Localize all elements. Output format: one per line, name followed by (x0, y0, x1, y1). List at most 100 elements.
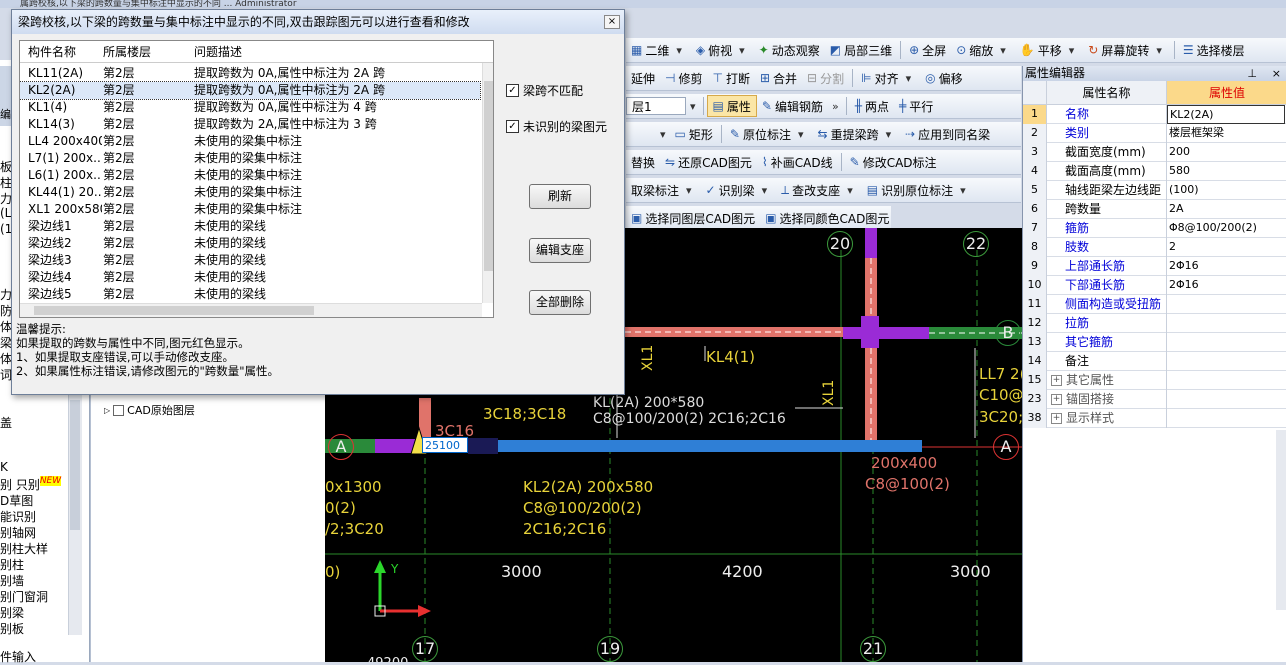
list-item[interactable]: KL1(4) 第2层 提取跨数为 0A,属性中标注为 4 跨 (20, 99, 480, 116)
toolbar-topview-button[interactable]: ◈ 俯视 ▾ (691, 39, 754, 61)
property-value[interactable]: 2A (1167, 200, 1285, 219)
left-item-19[interactable]: 别柱 (0, 556, 24, 573)
property-row[interactable]: 8 肢数 2 (1023, 238, 1286, 257)
property-value[interactable]: Φ8@100/200(2) (1167, 219, 1285, 238)
chevron-down-icon[interactable]: ▾ (686, 100, 700, 113)
toolbar-apply-same-name-button[interactable]: ⇢ 应用到同名梁 (900, 123, 995, 145)
toolbar-orbit-button[interactable]: ✦ 动态观察 (754, 39, 825, 61)
list-item[interactable]: KL44(1) 20... 第2层 未使用的梁集中标注 (20, 184, 480, 201)
property-row[interactable]: 3 截面宽度(mm) 200 (1023, 143, 1286, 162)
col-name[interactable]: 构件名称 (28, 41, 76, 63)
list-item[interactable]: 梁边线3 第2层 未使用的梁线 (20, 252, 480, 269)
list-item[interactable]: L6(1) 200x... 第2层 未使用的梁集中标注 (20, 167, 480, 184)
property-value[interactable]: 楼层框架梁 (1167, 124, 1285, 143)
list-hscroll[interactable] (20, 303, 482, 317)
left-item-18[interactable]: 别柱大样 (0, 540, 48, 557)
list-item[interactable]: KL14(3) 第2层 提取跨数为 2A,属性中标注为 3 跨 (20, 116, 480, 133)
left-item-4[interactable]: (L (0, 206, 11, 220)
property-row[interactable]: 12 拉筋 (1023, 314, 1286, 333)
left-item-15[interactable]: D草图 (0, 492, 33, 509)
toolbar-trim-button[interactable]: ⊣ 修剪 (660, 67, 707, 89)
property-value[interactable] (1167, 333, 1285, 352)
toolbar-recognize-in-situ-button[interactable]: ▤ 识别原位标注 ▾ (862, 179, 975, 201)
toolbar-parallel-button[interactable]: ╪ 平行 (894, 95, 938, 117)
property-value[interactable] (1167, 295, 1285, 314)
list-item[interactable]: KL11(2A) 第2层 提取跨数为 0A,属性中标注为 2A 跨 (20, 65, 480, 82)
toolbar-local3d-button[interactable]: ◩ 局部三维 (825, 39, 897, 61)
list-item[interactable]: 梁边线1 第2层 未使用的梁线 (20, 218, 480, 235)
property-row[interactable]: 14 备注 (1023, 352, 1286, 371)
unrecognized-checkbox[interactable]: ✓ 未识别的梁图元 (506, 118, 607, 135)
toolbar-select-floor-button[interactable]: ☰ 选择楼层 (1178, 39, 1250, 61)
expand-icon[interactable]: + (1051, 375, 1062, 386)
close-icon[interactable]: × (604, 15, 620, 29)
chevron-down-icon[interactable]: ▾ (626, 128, 670, 141)
property-value[interactable] (1167, 371, 1285, 390)
list-item[interactable]: 梁边线2 第2层 未使用的梁线 (20, 235, 480, 252)
left-item-22[interactable]: 别梁 (0, 604, 24, 621)
property-row[interactable]: 10 下部通长筋 2Φ16 (1023, 276, 1286, 295)
property-row[interactable]: 6 跨数量 2A (1023, 200, 1286, 219)
left-scrollbar-thumb[interactable] (70, 400, 80, 530)
left-item-23[interactable]: 别板 (0, 620, 24, 637)
tree-item-cad-layers[interactable]: ▷ CAD原始图层 (104, 402, 195, 418)
toolbar-select-color-button[interactable]: ▣ 选择同颜色CAD图元 (760, 207, 891, 229)
toolbar-pan-button[interactable]: ✋ 平移 ▾ (1015, 39, 1084, 61)
toolbar-2d-button[interactable]: ▦ 二维 ▾ (626, 39, 691, 61)
toolbar-merge-button[interactable]: ⊞ 合并 (755, 67, 802, 89)
left-item-21[interactable]: 别门窗洞 (0, 588, 48, 605)
toolbar-two-points-button[interactable]: ╫ 两点 (850, 95, 894, 117)
col-desc[interactable]: 问题描述 (194, 41, 242, 63)
vscroll-thumb[interactable] (484, 81, 493, 271)
close-icon[interactable]: × (1272, 66, 1281, 81)
property-value[interactable]: 2Φ16 (1167, 257, 1285, 276)
property-row[interactable]: 15 + 其它属性 (1023, 371, 1286, 390)
toolbar-select-layer-button[interactable]: ▣ 选择同图层CAD图元 (626, 207, 760, 229)
toolbar-check-support-button[interactable]: ⟂ 查改支座 ▾ (776, 179, 862, 201)
property-row[interactable]: 4 截面高度(mm) 580 (1023, 162, 1286, 181)
dimension-input[interactable]: 25100 (422, 437, 468, 453)
property-scrollbar[interactable] (1276, 430, 1286, 610)
expand-icon[interactable]: + (1051, 413, 1062, 424)
property-row[interactable]: 38 + 显示样式 (1023, 409, 1286, 428)
property-row[interactable]: 9 上部通长筋 2Φ16 (1023, 257, 1286, 276)
toolbar-modify-cad-label-button[interactable]: ✎ 修改CAD标注 (845, 151, 942, 173)
toolbar-recognize-beam-button[interactable]: ✓ 识别梁 ▾ (701, 179, 777, 201)
expand-icon[interactable]: ▷ (104, 406, 110, 415)
toolbar-offset-button[interactable]: ◎ 偏移 (920, 67, 968, 89)
left-item-13[interactable]: K (0, 460, 8, 474)
hscroll-thumb[interactable] (34, 306, 314, 315)
left-item-12[interactable]: 盖 (0, 414, 12, 431)
property-value[interactable] (1167, 409, 1285, 428)
toolbar-rotate-button[interactable]: ↻ 屏幕旋转 ▾ (1083, 39, 1171, 61)
list-item[interactable]: KL2(2A) 第2层 提取跨数为 0A,属性中标注为 2A 跨 (20, 81, 481, 100)
property-row[interactable]: 23 + 锚固搭接 (1023, 390, 1286, 409)
property-value[interactable]: KL2(2A) (1167, 105, 1285, 124)
property-value[interactable] (1167, 390, 1285, 409)
list-vscroll[interactable] (482, 63, 493, 303)
overflow-icon[interactable]: » (828, 100, 843, 113)
toolbar-extend-button[interactable]: 延伸 (626, 67, 660, 89)
toolbar-fullscreen-button[interactable]: ⊕ 全屏 (904, 39, 951, 61)
property-value[interactable]: 200 (1167, 143, 1285, 162)
mismatch-checkbox[interactable]: ✓ 梁跨不匹配 (506, 82, 583, 99)
col-floor[interactable]: 所属楼层 (103, 41, 151, 63)
toolbar-rect-button[interactable]: ▭ 矩形 (670, 123, 718, 145)
left-item-17[interactable]: 别轴网 (0, 524, 36, 541)
property-value[interactable]: 2Φ16 (1167, 276, 1285, 295)
list-item[interactable]: 梁边线4 第2层 未使用的梁线 (20, 269, 480, 286)
toolbar-replace-button[interactable]: 替换 (626, 151, 660, 173)
property-row[interactable]: 2 类别 楼层框架梁 (1023, 124, 1286, 143)
delete-all-button[interactable]: 全部删除 (529, 290, 591, 315)
toolbar-split-button[interactable]: ⊟ 分割 (802, 67, 849, 89)
left-item-14[interactable]: 别 只别NEW (0, 476, 62, 493)
checkbox-icon[interactable] (113, 404, 125, 416)
left-item-24[interactable]: 件输入 (0, 648, 36, 665)
property-value[interactable]: 580 (1167, 162, 1285, 181)
list-item[interactable]: 梁边线5 第2层 未使用的梁线 (20, 286, 480, 303)
list-item[interactable]: L7(1) 200x... 第2层 未使用的梁集中标注 (20, 150, 480, 167)
toolbar-restore-cad-button[interactable]: ⇋ 还原CAD图元 (660, 151, 757, 173)
list-item[interactable]: XL1 200x580 第2层 未使用的梁集中标注 (20, 201, 480, 218)
list-item[interactable]: LL4 200x400 第2层 未使用的梁集中标注 (20, 133, 480, 150)
toolbar-zoom-button[interactable]: ⊙ 缩放 ▾ (951, 39, 1015, 61)
